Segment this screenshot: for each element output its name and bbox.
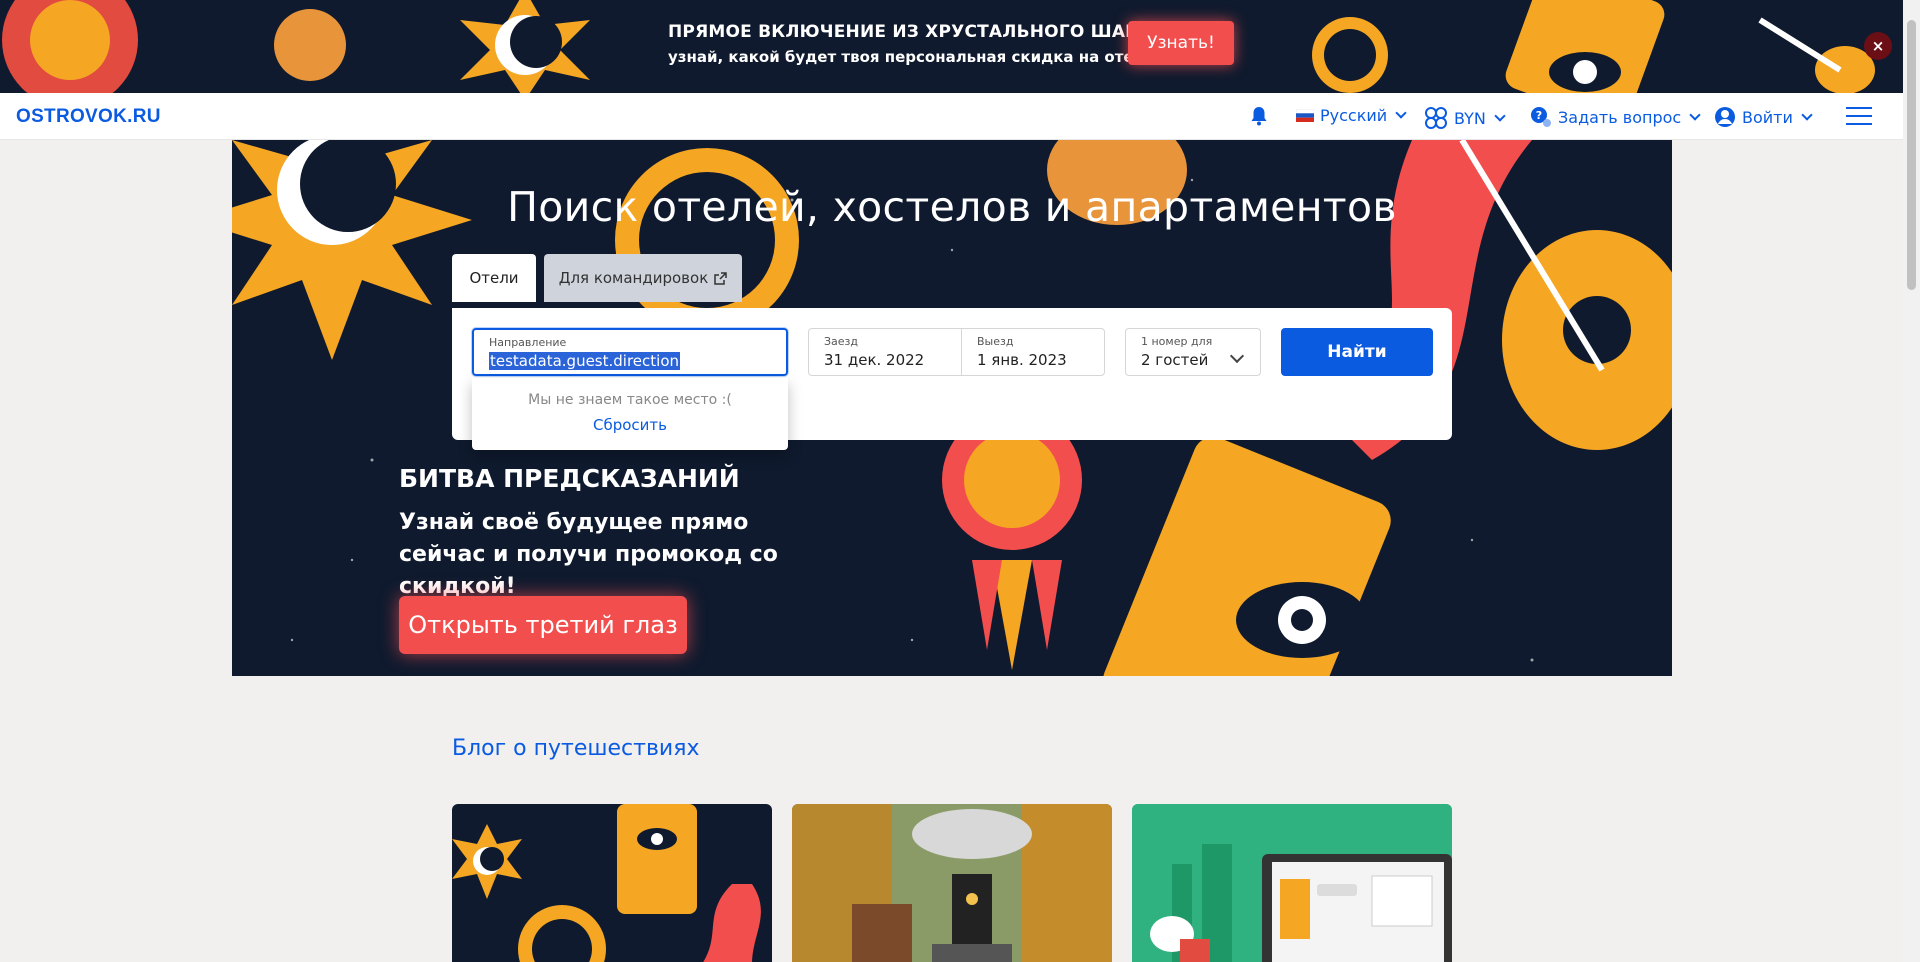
- blog-card-image: [792, 804, 1112, 962]
- chevron-down-icon: [1689, 108, 1701, 121]
- currency-label: BYN: [1454, 108, 1486, 128]
- blog-card[interactable]: [1132, 804, 1452, 962]
- help-label: Задать вопрос: [1558, 107, 1682, 127]
- direction-label: Направление: [489, 336, 567, 349]
- blog-section-title[interactable]: Блог о путешествиях: [452, 736, 699, 761]
- checkin-label: Заезд: [824, 335, 859, 348]
- help-selector[interactable]: ? Задать вопрос: [1530, 106, 1701, 128]
- hero-section: Поиск отелей, хостелов и апартаментов От…: [232, 140, 1672, 676]
- currency-icon: [1425, 107, 1447, 129]
- notifications-button[interactable]: [1250, 106, 1268, 126]
- scrollbar-thumb[interactable]: [1907, 20, 1916, 290]
- open-third-eye-button[interactable]: Открыть третий глаз: [399, 596, 687, 654]
- tab-business-trips[interactable]: Для командировок: [544, 254, 742, 302]
- question-icon: ?: [1531, 107, 1551, 127]
- checkin-field[interactable]: Заезд 31 дек. 2022: [808, 328, 962, 376]
- page-scrollbar[interactable]: [1903, 0, 1920, 962]
- no-results-message: Мы не знаем такое место :(: [528, 392, 732, 408]
- blog-card[interactable]: [452, 804, 772, 962]
- blog-card-image: [1132, 804, 1452, 962]
- menu-icon[interactable]: [1846, 107, 1872, 127]
- reset-link[interactable]: Сбросить: [472, 416, 788, 434]
- external-link-icon: [714, 271, 728, 285]
- tab-business-label: Для командировок: [558, 269, 709, 287]
- promo-heading: БИТВА ПРЕДСКАЗАНИЙ: [399, 464, 740, 493]
- site-header: OSTROVOK.RU Русский BYN ? Задать вопрос …: [0, 93, 1903, 140]
- direction-input[interactable]: testadata.guest.direction: [489, 352, 681, 370]
- guests-field[interactable]: 1 номер для 2 гостей: [1125, 328, 1261, 376]
- language-selector[interactable]: Русский: [1296, 106, 1407, 125]
- close-icon[interactable]: ×: [1864, 32, 1892, 60]
- chevron-down-icon: [1801, 108, 1813, 121]
- user-avatar-icon: [1715, 107, 1735, 127]
- checkout-label: Выезд: [977, 335, 1014, 348]
- guests-label: 1 номер для: [1141, 335, 1213, 348]
- checkout-field[interactable]: Выезд 1 янв. 2023: [961, 328, 1105, 376]
- promo-subtitle: узнай, какой будет твоя персональная ски…: [668, 48, 1161, 66]
- russia-flag-icon: [1296, 109, 1314, 122]
- promo-banner: ПРЯМОЕ ВКЛЮЧЕНИЕ ИЗ ХРУСТАЛЬНОГО ШАРА: у…: [0, 0, 1903, 93]
- chevron-down-icon: [1494, 109, 1506, 122]
- chevron-down-icon: [1395, 107, 1407, 119]
- chevron-down-icon: [1229, 348, 1245, 364]
- language-label: Русский: [1320, 106, 1388, 125]
- guests-value: 2 гостей: [1141, 351, 1209, 369]
- promo-title: ПРЯМОЕ ВКЛЮЧЕНИЕ ИЗ ХРУСТАЛЬНОГО ШАРА:: [668, 22, 1159, 42]
- find-button[interactable]: Найти: [1281, 328, 1433, 376]
- login-selector[interactable]: Войти: [1714, 106, 1813, 128]
- bell-icon: [1251, 107, 1267, 126]
- promo-text: ПРЯМОЕ ВКЛЮЧЕНИЕ ИЗ ХРУСТАЛЬНОГО ШАРА: у…: [668, 22, 1161, 66]
- page-title: Поиск отелей, хостелов и апартаментов: [507, 183, 1397, 231]
- blog-card[interactable]: [792, 804, 1112, 962]
- promo-subheading: Узнай своё будущее прямо сейчас и получи…: [399, 510, 778, 599]
- direction-field[interactable]: Направление testadata.guest.direction: [472, 328, 788, 376]
- svg-text:?: ?: [1536, 109, 1542, 122]
- checkout-value: 1 янв. 2023: [977, 351, 1067, 369]
- logo[interactable]: OSTROVOK.RU: [16, 106, 161, 128]
- blog-card-image: [452, 804, 761, 962]
- currency-selector[interactable]: BYN: [1424, 106, 1506, 130]
- login-label: Войти: [1742, 107, 1793, 127]
- promo-learn-button[interactable]: Узнать!: [1128, 21, 1234, 65]
- direction-suggestions-dropdown: Мы не знаем такое место :( Сбросить: [472, 378, 788, 450]
- checkin-value: 31 дек. 2022: [824, 351, 925, 369]
- tab-hotels[interactable]: Отели: [452, 254, 536, 302]
